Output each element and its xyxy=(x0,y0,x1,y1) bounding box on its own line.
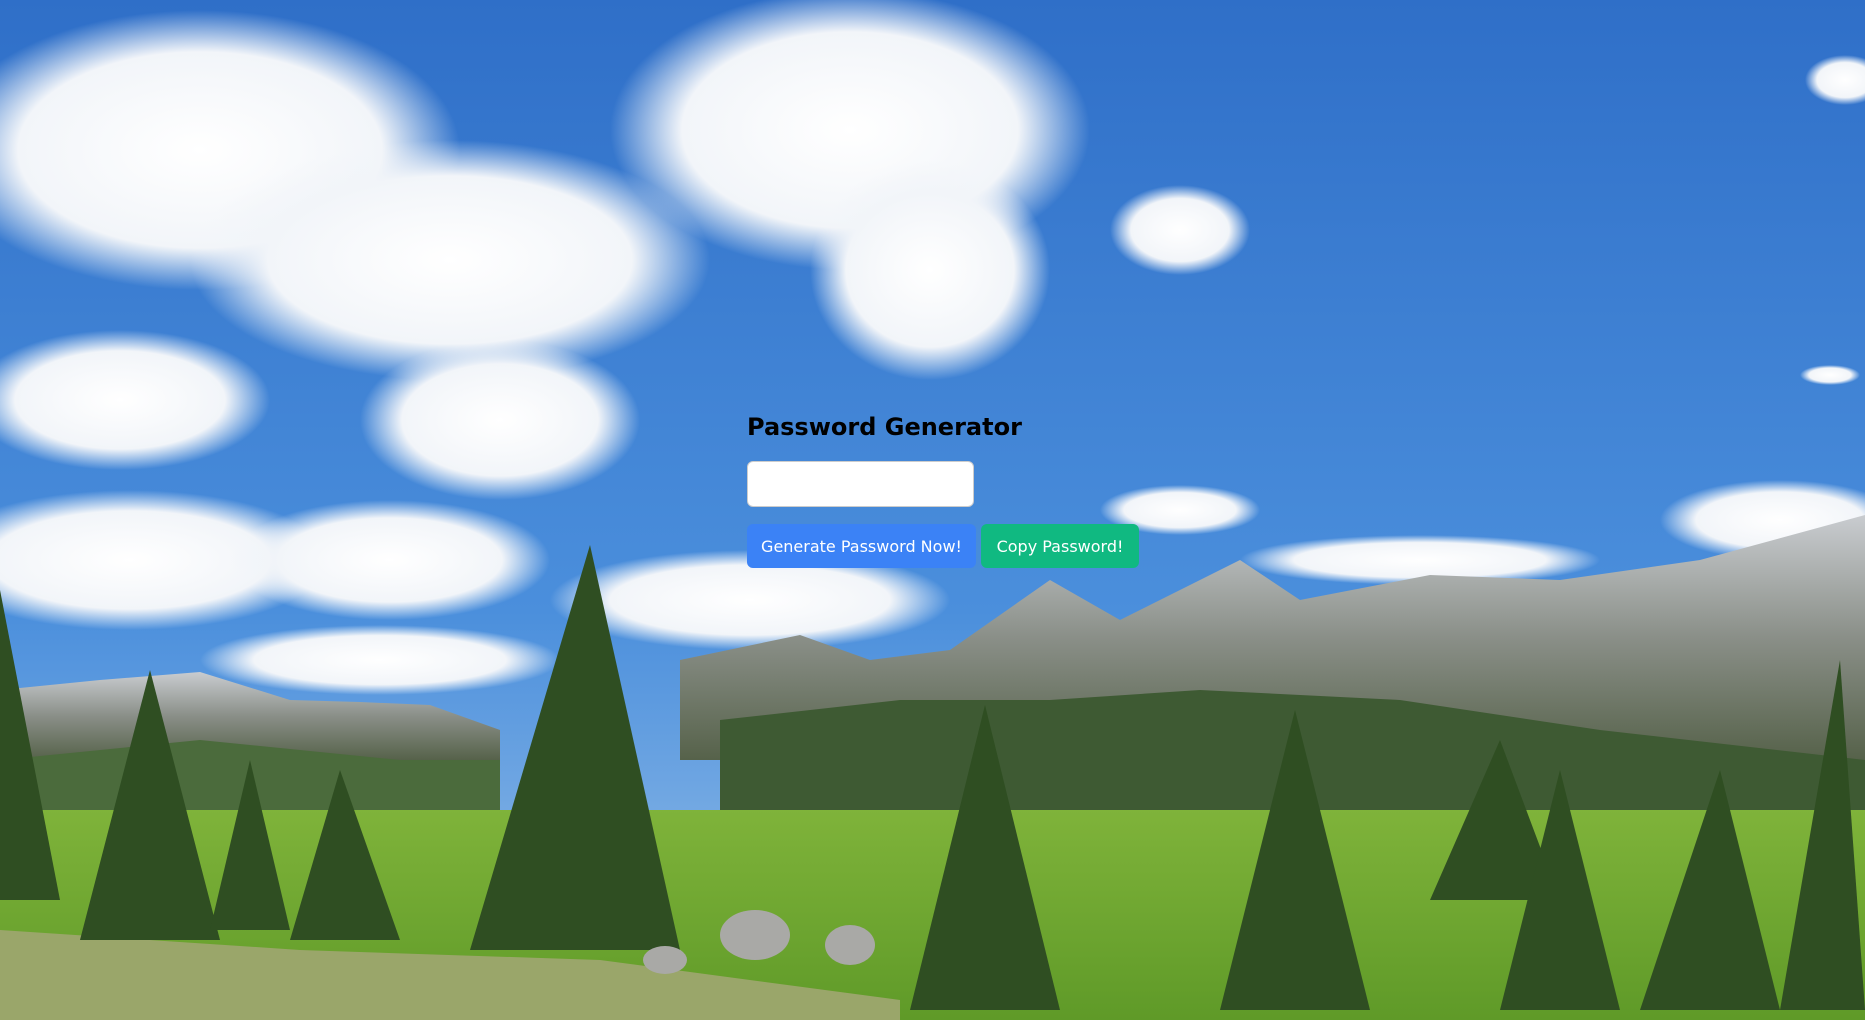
password-output-field[interactable] xyxy=(747,461,974,507)
mountain-landscape-background xyxy=(0,0,1865,1020)
copy-password-button[interactable]: Copy Password! xyxy=(981,524,1139,568)
generate-password-button[interactable]: Generate Password Now! xyxy=(747,524,976,568)
password-generator-form: Password Generator Generate Password Now… xyxy=(747,410,1147,568)
page-title: Password Generator xyxy=(747,413,1022,441)
